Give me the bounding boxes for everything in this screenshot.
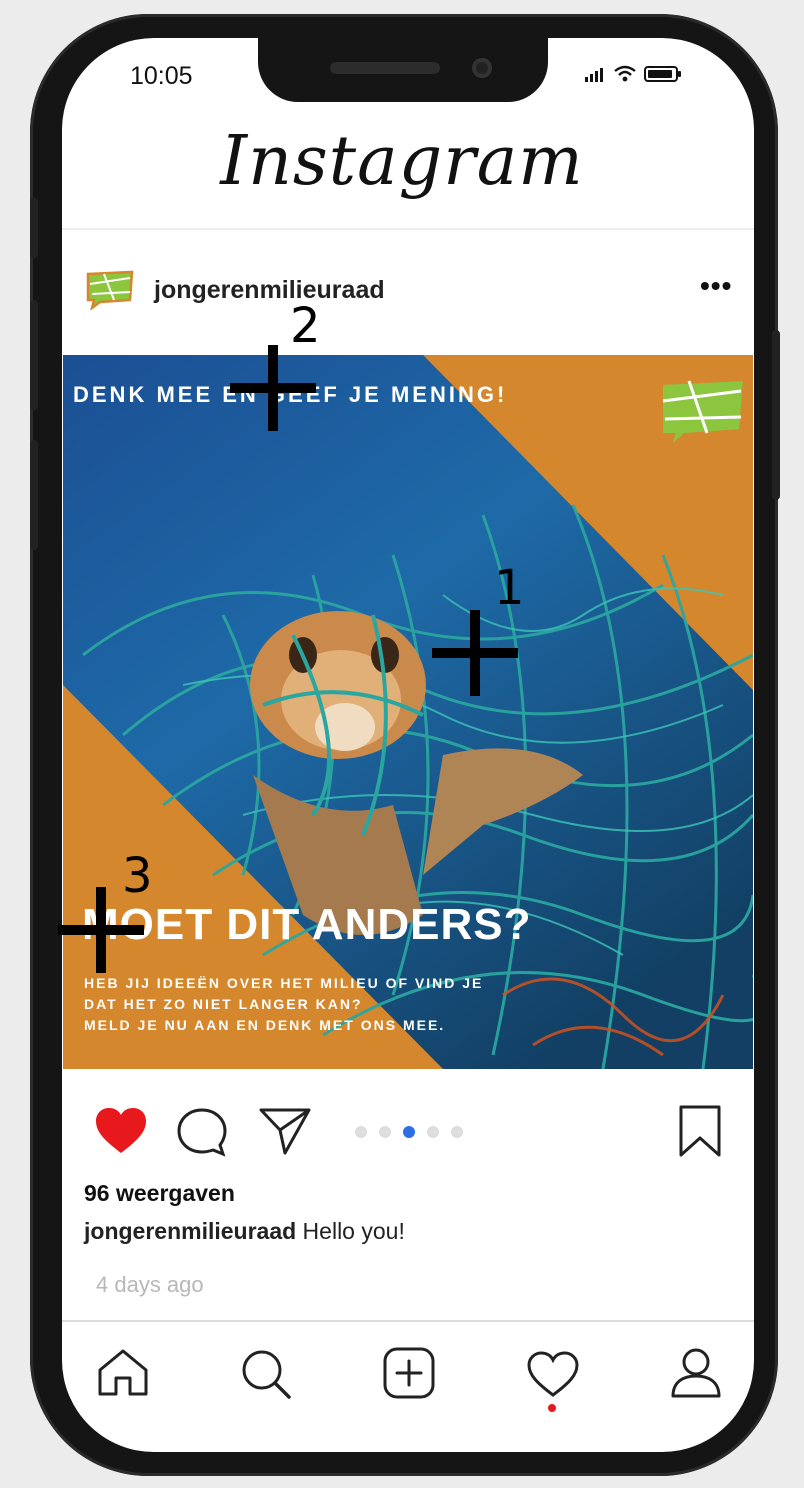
nav-divider — [62, 1320, 754, 1322]
post-username[interactable]: jongerenmilieuraad — [154, 276, 385, 305]
status-time: 10:05 — [130, 62, 193, 90]
profile-icon — [671, 1348, 721, 1398]
power-button — [772, 330, 780, 500]
nav-search[interactable] — [240, 1348, 292, 1400]
marker-label-2: 2 — [290, 298, 321, 354]
post-image[interactable] — [63, 355, 753, 1069]
marker-label-3: 3 — [122, 848, 153, 904]
search-icon — [242, 1350, 291, 1399]
post-timestamp: 4 days ago — [96, 1272, 204, 1297]
nav-profile[interactable] — [670, 1346, 722, 1400]
marker-label-1: 1 — [494, 560, 525, 616]
carousel-dot — [355, 1126, 367, 1138]
instagram-logo: Instagram — [220, 122, 584, 201]
ad-subtext-line: MELD JE NU AAN EN DENK MET ONS MEE. — [84, 1017, 446, 1033]
jmr-logo-icon — [86, 270, 134, 310]
home-icon — [98, 1349, 148, 1396]
post-caption: jongerenmilieuraad Hello you! — [84, 1218, 405, 1245]
header-divider — [62, 228, 754, 230]
carousel-dot — [451, 1126, 463, 1138]
more-options-button[interactable]: ••• — [700, 270, 732, 302]
status-icons — [584, 62, 682, 86]
activity-icon — [527, 1351, 579, 1397]
view-count: 96 weergaven — [84, 1180, 235, 1206]
caption-username[interactable]: jongerenmilieuraad — [84, 1218, 296, 1244]
like-button[interactable] — [94, 1106, 148, 1156]
signal-icon — [585, 68, 603, 82]
nav-activity[interactable] — [526, 1350, 580, 1400]
volume-up-button — [30, 300, 38, 410]
share-button[interactable] — [258, 1106, 312, 1156]
comment-button[interactable] — [176, 1107, 228, 1157]
ad-subtext-line: HEB JIJ IDEEËN OVER HET MILIEU OF VIND J… — [84, 975, 484, 991]
bookmark-icon — [679, 1105, 721, 1157]
add-icon — [383, 1347, 435, 1399]
heart-icon — [96, 1108, 146, 1153]
speaker — [330, 62, 440, 74]
post-avatar[interactable] — [84, 270, 136, 310]
carousel-dot — [427, 1126, 439, 1138]
nav-home[interactable] — [96, 1348, 150, 1398]
carousel-dot-active — [403, 1126, 415, 1138]
front-camera — [472, 58, 492, 78]
mute-switch — [30, 198, 38, 258]
save-button[interactable] — [678, 1104, 722, 1158]
ad-subtext-line: DAT HET ZO NIET LANGER KAN? — [84, 996, 363, 1012]
comment-icon — [177, 1108, 227, 1157]
nav-new-post[interactable] — [382, 1346, 436, 1400]
activity-notification-dot — [548, 1404, 556, 1412]
ad-headline: MOET DIT ANDERS? — [82, 900, 532, 949]
carousel-indicator — [355, 1126, 463, 1138]
wifi-icon — [614, 65, 636, 82]
ad-subtext: HEB JIJ IDEEËN OVER HET MILIEU OF VIND J… — [84, 973, 483, 1036]
share-icon — [259, 1108, 311, 1155]
caption-text: Hello you! — [296, 1218, 405, 1244]
carousel-dot — [379, 1126, 391, 1138]
battery-icon — [644, 66, 681, 82]
volume-down-button — [30, 440, 38, 550]
